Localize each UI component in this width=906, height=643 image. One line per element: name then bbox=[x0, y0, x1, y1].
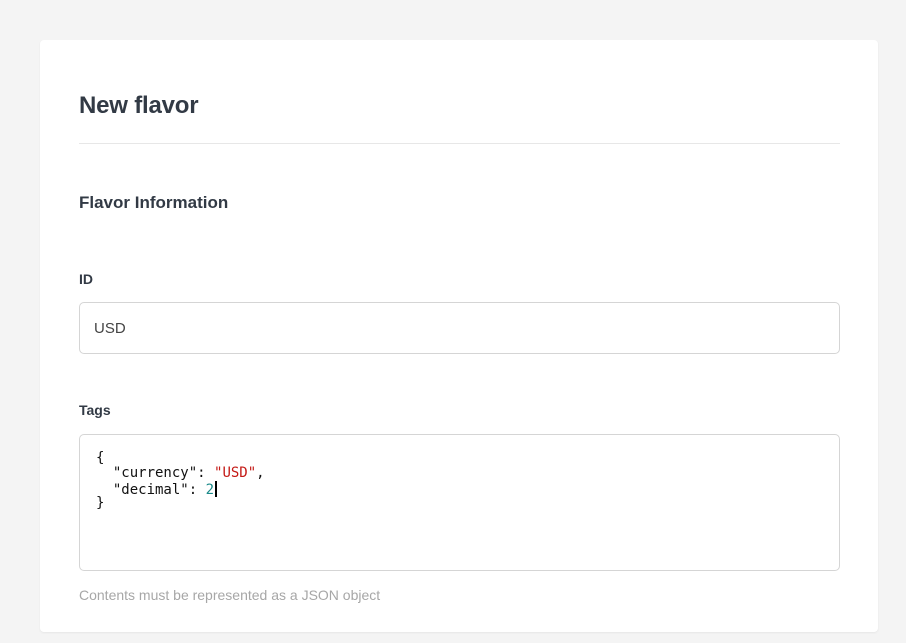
tags-json-editor[interactable]: { "currency": "USD", "decimal": 2 } bbox=[79, 434, 840, 571]
json-close-brace: } bbox=[96, 495, 105, 511]
section-title: Flavor Information bbox=[79, 193, 229, 212]
title-divider bbox=[79, 143, 840, 144]
tags-help-text: Contents must be represented as a JSON o… bbox=[79, 587, 381, 603]
json-open-brace-line: { bbox=[96, 451, 823, 466]
json-close-brace-line: } bbox=[96, 496, 823, 511]
json-separator: : bbox=[188, 482, 206, 498]
json-separator: : bbox=[197, 465, 215, 481]
text-cursor bbox=[215, 481, 218, 497]
page-title: New flavor bbox=[79, 92, 199, 119]
id-field-label: ID bbox=[79, 271, 93, 287]
json-open-brace: { bbox=[96, 450, 105, 466]
json-value-currency: "USD" bbox=[214, 465, 257, 481]
json-decimal-line: "decimal": 2 bbox=[96, 481, 823, 498]
json-value-decimal: 2 bbox=[205, 482, 215, 498]
json-key-decimal: "decimal" bbox=[112, 482, 189, 498]
id-input[interactable] bbox=[79, 302, 840, 354]
new-flavor-card: New flavor Flavor Information ID Tags { … bbox=[40, 40, 878, 632]
json-key-currency: "currency" bbox=[112, 465, 198, 481]
tags-field-label: Tags bbox=[79, 402, 111, 418]
json-currency-line: "currency": "USD", bbox=[96, 466, 823, 481]
json-comma: , bbox=[256, 465, 265, 481]
